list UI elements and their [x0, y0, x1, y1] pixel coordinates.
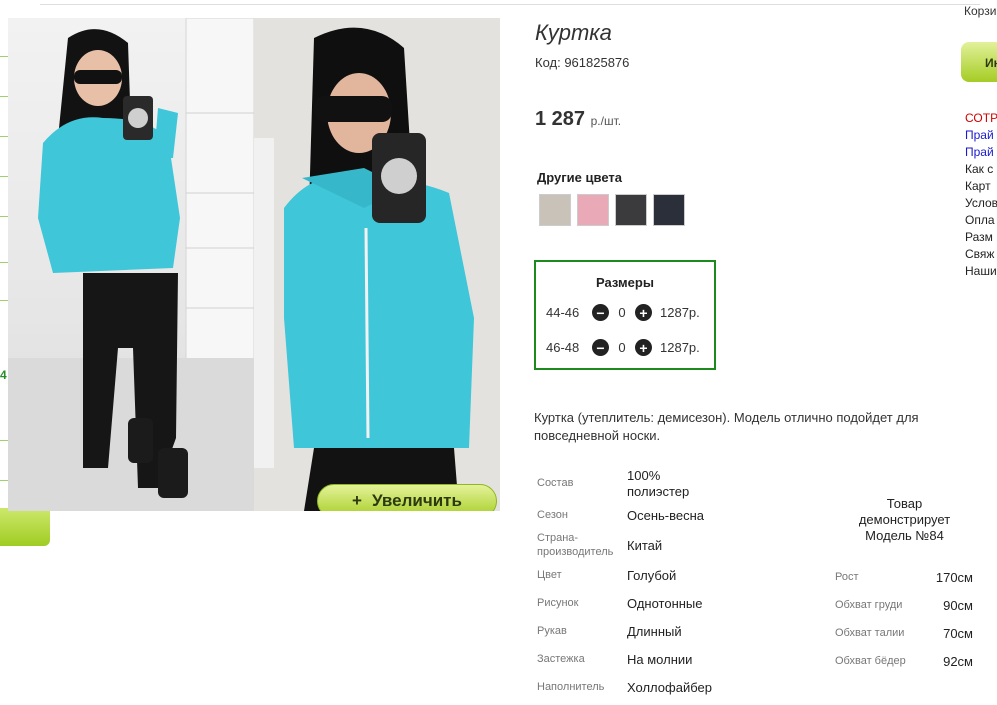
spec-value: Холлофайбер	[627, 680, 712, 695]
minus-icon[interactable]: −	[592, 304, 609, 321]
color-swatches	[539, 194, 685, 226]
model-param-value: 70см	[943, 626, 973, 641]
spec-name: Сезон	[537, 509, 568, 521]
zoom-button-label: Увеличить	[371, 491, 462, 510]
model-param-value: 92см	[943, 654, 973, 669]
photo-illustration	[254, 18, 500, 511]
sidebar-number: 4	[0, 368, 7, 382]
spec-value: На молнии	[627, 652, 693, 667]
right-green-button[interactable]: Ин	[961, 42, 997, 82]
size-quantity[interactable]: 0	[609, 305, 635, 320]
other-colors-title: Другие цвета	[537, 170, 622, 185]
model-param-name: Обхват бёдер	[835, 655, 906, 667]
size-label: 46-48	[546, 340, 580, 355]
sizes-panel: Размеры 44-46 − 0 + 1287р. 46-48 − 0 + 1…	[534, 260, 716, 370]
right-link[interactable]: Свяж	[965, 246, 997, 263]
spec-name: Застежка	[537, 653, 585, 665]
spec-value: Голубой	[627, 568, 677, 583]
sidebar-green-tab[interactable]	[0, 508, 50, 546]
size-price: 1287р.	[660, 340, 700, 355]
cart-link[interactable]: Корзи	[964, 4, 996, 18]
color-swatch[interactable]	[653, 194, 685, 226]
plus-icon[interactable]: +	[635, 339, 652, 356]
spec-value: Однотонные	[627, 596, 703, 611]
size-label: 44-46	[546, 305, 580, 320]
product-price: 1 287 р./шт.	[535, 108, 621, 131]
product-title: Куртка	[535, 20, 612, 45]
product-code: Код: 961825876	[535, 55, 630, 70]
model-param-value: 90см	[943, 598, 973, 613]
minus-icon[interactable]: −	[592, 339, 609, 356]
spec-value: Длинный	[627, 624, 682, 639]
size-quantity[interactable]: 0	[609, 340, 635, 355]
color-swatch[interactable]	[539, 194, 571, 226]
size-row: 44-46 − 0 + 1287р.	[546, 304, 700, 321]
right-link[interactable]: СОТР	[965, 110, 997, 127]
spec-name: Страна-производитель	[537, 532, 614, 558]
color-swatch[interactable]	[615, 194, 647, 226]
right-link[interactable]: Прай	[965, 144, 997, 161]
model-param-name: Обхват талии	[835, 627, 905, 639]
right-link[interactable]: Разм	[965, 229, 997, 246]
photo-illustration	[8, 18, 255, 511]
product-photo-closeup[interactable]	[254, 18, 500, 511]
sizes-title: Размеры	[596, 275, 654, 290]
right-link[interactable]: Услов	[965, 195, 997, 212]
product-photo-front[interactable]	[8, 18, 255, 511]
spec-name: Рисунок	[537, 597, 579, 609]
zoom-button[interactable]: + Увеличить	[317, 484, 497, 511]
spec-value: 100% полиэстер	[627, 468, 690, 499]
right-link[interactable]: Опла	[965, 212, 997, 229]
spec-name: Рукав	[537, 625, 567, 637]
top-divider	[40, 4, 980, 5]
price-value: 1 287	[535, 108, 586, 130]
model-title: Товар демонстрирует Модель №84	[858, 496, 951, 543]
model-param-value: 170см	[935, 570, 973, 585]
right-link[interactable]: Как с	[965, 161, 997, 178]
size-row: 46-48 − 0 + 1287р.	[546, 339, 700, 356]
price-unit: р./шт.	[590, 114, 622, 128]
right-link[interactable]: Карт	[965, 178, 997, 195]
plus-icon: +	[352, 491, 362, 510]
product-description: Куртка (утеплитель: демисезон). Модель о…	[534, 410, 919, 443]
color-swatch[interactable]	[577, 194, 609, 226]
product-gallery[interactable]: + Увеличить	[8, 18, 500, 511]
spec-value: Китай	[627, 538, 663, 553]
right-link[interactable]: Прай	[965, 127, 997, 144]
plus-icon[interactable]: +	[635, 304, 652, 321]
spec-name: Наполнитель	[537, 681, 605, 693]
spec-name: Состав	[537, 477, 574, 489]
spec-name: Цвет	[537, 569, 562, 581]
spec-value: Осень-весна	[627, 508, 705, 523]
right-links: СОТР Прай Прай Как с Карт Услов Опла Раз…	[965, 110, 997, 280]
model-param-name: Обхват груди	[835, 599, 903, 611]
size-price: 1287р.	[660, 305, 700, 320]
right-link[interactable]: Наши	[965, 263, 997, 280]
model-param-name: Рост	[835, 571, 859, 583]
